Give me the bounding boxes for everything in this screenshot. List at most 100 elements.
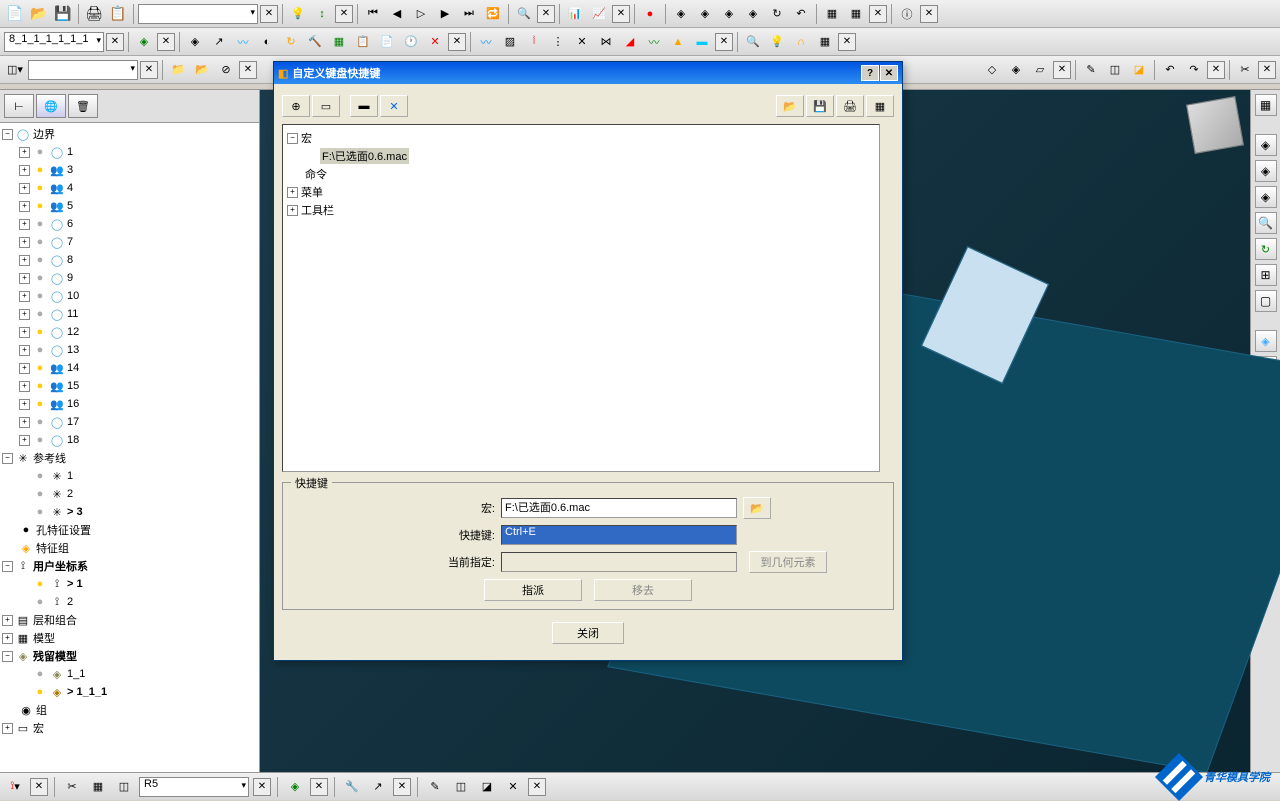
undo2-icon[interactable]: ↶ (1159, 59, 1181, 81)
rt-cube3-icon[interactable]: ◈ (1255, 186, 1277, 208)
loop-icon[interactable]: 🔁 (482, 3, 504, 25)
close-toolbar-9[interactable]: ✕ (448, 33, 466, 51)
refline-item[interactable]: ●✳> 3 (2, 503, 257, 521)
status-close-1[interactable]: ✕ (30, 778, 48, 796)
boundary-item[interactable]: +●👥16 (2, 395, 257, 413)
path-icon-9[interactable]: ▲ (667, 31, 689, 53)
boundary-item[interactable]: +●◯13 (2, 341, 257, 359)
cancel-icon[interactable]: ⊘ (215, 59, 237, 81)
status-icon-2[interactable]: ▦ (87, 776, 109, 798)
residual-item[interactable]: ●◈> 1_1_1 (2, 683, 257, 701)
status-axis-icon[interactable]: ⟟▾ (4, 776, 26, 798)
project-dropdown[interactable]: 8_1_1_1_1_1_1 (4, 32, 104, 52)
close-toolbar-2[interactable]: ✕ (335, 5, 353, 23)
rt-refresh-icon[interactable]: ↻ (1255, 238, 1277, 260)
bulb-icon[interactable]: ● (33, 289, 47, 303)
dlg-command-node[interactable]: 命令 (305, 166, 327, 182)
bulb-icon[interactable]: ● (33, 361, 47, 375)
filter-dropdown[interactable] (28, 60, 138, 80)
status-close-2[interactable]: ✕ (253, 778, 271, 796)
op-icon-2[interactable]: ↗ (208, 31, 230, 53)
residual-item[interactable]: ●◈1_1 (2, 665, 257, 683)
layer-icon-2[interactable]: 📈 (588, 3, 610, 25)
bulb-icon[interactable]: ● (33, 199, 47, 213)
expander-layers[interactable]: + (2, 615, 13, 626)
bulb-icon[interactable]: ● (33, 145, 47, 159)
op-icon-10[interactable]: 🕐 (400, 31, 422, 53)
dlg-tb-add-icon[interactable]: ⊕ (282, 95, 310, 117)
op-icon-8[interactable]: 📋 (352, 31, 374, 53)
path-icon-1[interactable]: 〰 (475, 31, 497, 53)
path-icon-10[interactable]: ▬ (691, 31, 713, 53)
cube-icon-4[interactable]: ◈ (742, 3, 764, 25)
close-toolbar-1[interactable]: ✕ (260, 5, 278, 23)
bulb-icon[interactable]: ● (33, 487, 47, 501)
status-edit-icon-1[interactable]: ✎ (424, 776, 446, 798)
dlg-macro-node[interactable]: 宏 (301, 130, 312, 146)
bulb2-icon[interactable]: 💡 (766, 31, 788, 53)
dlg-menu-node[interactable]: 菜单 (301, 184, 323, 200)
expander-model[interactable]: + (2, 633, 13, 644)
path-icon-8[interactable]: 〰 (643, 31, 665, 53)
cube-icon-1[interactable]: ◈ (670, 3, 692, 25)
print-icon[interactable]: 🖨 (83, 3, 105, 25)
dlg-macro-file[interactable]: F:\已选面0.6.mac (320, 148, 409, 164)
view-cube[interactable] (1186, 96, 1244, 154)
refline-item[interactable]: ●✳2 (2, 485, 257, 503)
op-icon-5[interactable]: ↻ (280, 31, 302, 53)
rt-fit-icon[interactable]: ⊞ (1255, 264, 1277, 286)
dlg-toolbar-node[interactable]: 工具栏 (301, 202, 334, 218)
dlg-exp-toolbar[interactable]: + (287, 205, 298, 216)
close-toolbar-5[interactable]: ✕ (869, 5, 887, 23)
close-toolbar-12[interactable]: ✕ (140, 61, 158, 79)
zoom-icon[interactable]: 🔍 (742, 31, 764, 53)
dlg-exp-macro[interactable]: − (287, 133, 298, 144)
path-icon-6[interactable]: ⋈ (595, 31, 617, 53)
rt-cube2-icon[interactable]: ◈ (1255, 160, 1277, 182)
rewind-icon[interactable]: ⏮ (362, 3, 384, 25)
dlg-tb-screen-icon[interactable]: ▬ (350, 95, 378, 117)
status-eraser-icon[interactable]: ◪ (476, 776, 498, 798)
boundary-item[interactable]: +●👥5 (2, 197, 257, 215)
op-icon-4[interactable]: ◐ (256, 31, 278, 53)
op-icon-9[interactable]: 📄 (376, 31, 398, 53)
rt-box-icon[interactable]: ▢ (1255, 290, 1277, 312)
boundary-item[interactable]: +●◯8 (2, 251, 257, 269)
boundary-item[interactable]: +●👥3 (2, 161, 257, 179)
close-toolbar-15[interactable]: ✕ (1207, 61, 1225, 79)
op-icon-1[interactable]: ◈ (184, 31, 206, 53)
cut-icon[interactable]: ✂ (1234, 59, 1256, 81)
redo2-icon[interactable]: ↷ (1183, 59, 1205, 81)
save-icon[interactable]: 💾 (52, 3, 74, 25)
bulb-icon[interactable]: ● (33, 505, 47, 519)
close-toolbar-8[interactable]: ✕ (157, 33, 175, 51)
dlg-tb-delete-icon[interactable]: ✕ (380, 95, 408, 117)
rt-blue-icon[interactable]: ◈ (1255, 330, 1277, 352)
boundary-item[interactable]: +●◯6 (2, 215, 257, 233)
edit-icon-1[interactable]: ✎ (1080, 59, 1102, 81)
boundary-item[interactable]: +●◯1 (2, 143, 257, 161)
bulb-icon[interactable]: ● (33, 667, 47, 681)
path-icon-3[interactable]: ⦚ (523, 31, 545, 53)
assign-button[interactable]: 指派 (484, 579, 582, 601)
close-toolbar-10[interactable]: ✕ (715, 33, 733, 51)
bulb-icon[interactable]: ● (33, 271, 47, 285)
status-close-4[interactable]: ✕ (393, 778, 411, 796)
tab-tree[interactable]: ⊢ (4, 94, 34, 118)
dlg-tb-open-icon[interactable]: 📂 (776, 95, 804, 117)
next-icon[interactable]: ▶ (434, 3, 456, 25)
undo-icon[interactable]: ↶ (790, 3, 812, 25)
path-icon-7[interactable]: ◢ (619, 31, 641, 53)
bulb-icon[interactable]: ● (33, 325, 47, 339)
boundary-item[interactable]: +●👥4 (2, 179, 257, 197)
dlg-tb-print-icon[interactable]: 🖨 (836, 95, 864, 117)
path-icon-4[interactable]: ⋮ (547, 31, 569, 53)
copy-icon[interactable]: 📋 (107, 3, 129, 25)
bulb-icon[interactable]: ● (33, 577, 47, 591)
macro-input[interactable]: F:\已选面0.6.mac (501, 498, 737, 518)
close-button[interactable]: 关闭 (552, 622, 624, 644)
status-cube-icon[interactable]: ◈ (284, 776, 306, 798)
dialog-close-button[interactable]: ✕ (880, 65, 898, 81)
shortcut-input[interactable]: Ctrl+E (501, 525, 737, 545)
status-del-icon[interactable]: ✕ (502, 776, 524, 798)
